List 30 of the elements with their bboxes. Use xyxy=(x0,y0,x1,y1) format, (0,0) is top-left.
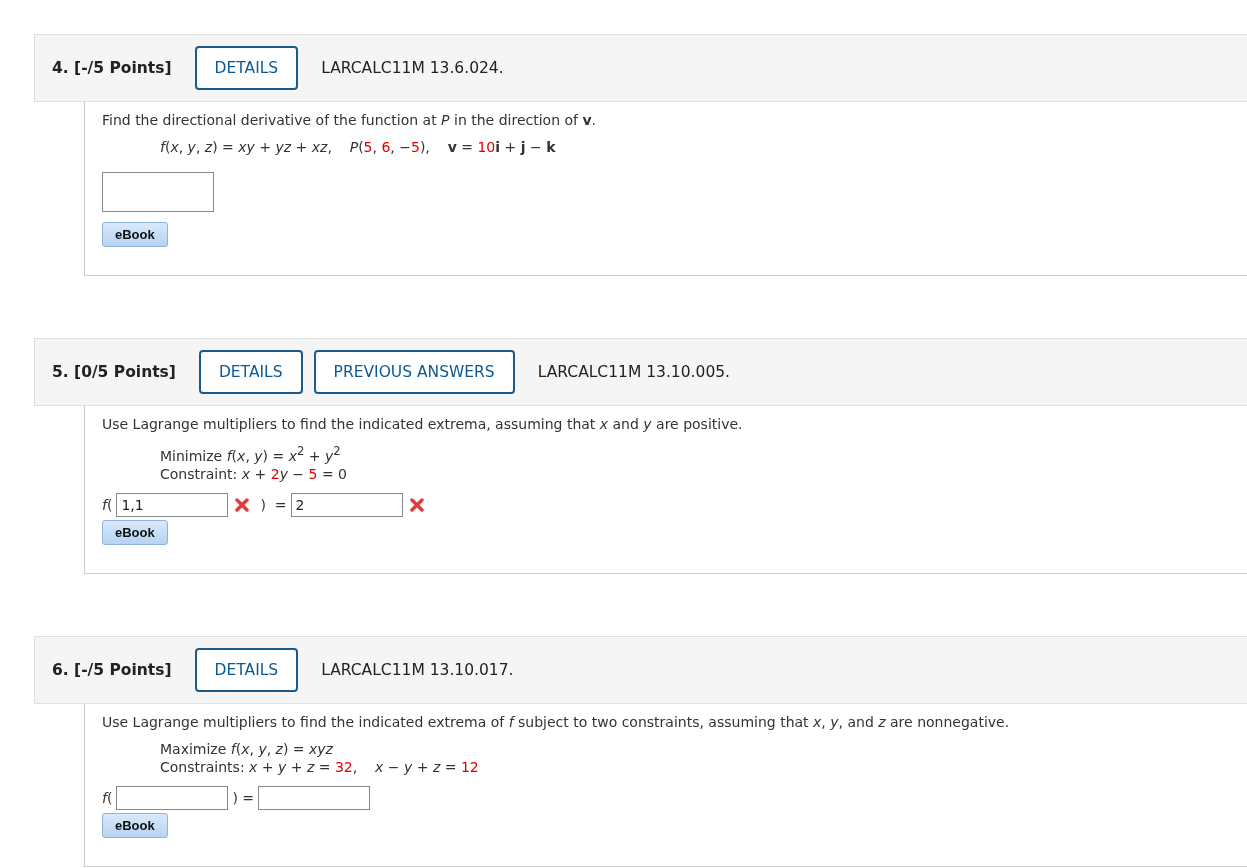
ebook-button[interactable]: eBook xyxy=(102,519,168,545)
ebook-button[interactable]: eBook xyxy=(102,222,168,247)
question-code: LARCALC11M 13.10.017. xyxy=(321,660,514,679)
question-code: LARCALC11M 13.6.024. xyxy=(321,59,504,77)
answer-field[interactable]: 2 xyxy=(290,492,403,517)
question-code: LARCALC11M 13.10.005. xyxy=(537,363,731,381)
question-points: 4. [-/5 Points] xyxy=(52,59,172,77)
math-expression: Constraint: x + 2y − 5 = 0 xyxy=(160,464,349,483)
math-expression: Constraints: x + y + z = 32, x − y + z = 12 xyxy=(160,757,480,776)
question-points: 5. [0/5 Points] xyxy=(52,363,176,381)
answer-field[interactable] xyxy=(258,785,371,810)
math-expression: f(x, y, z) = xy + yz + xz, P(5, 6, −5), v = 10i + j − k xyxy=(160,138,557,156)
answer-label: f( xyxy=(102,789,113,806)
answer-field[interactable]: 1,1 xyxy=(116,492,229,517)
question-prompt: Find the directional derivative of the function at P in the direction of v. xyxy=(102,111,597,130)
ebook-button[interactable]: eBook xyxy=(102,812,168,838)
question-points: 6. [-/5 Points] xyxy=(52,660,172,679)
header-button[interactable]: DETAILS xyxy=(194,46,299,90)
question-prompt: Use Lagrange multipliers to find the indicated extrema, assuming that x and y are positive. xyxy=(102,415,744,434)
math-expression: Minimize f(x, y) = x$^{2}$ + y$^{2}$ xyxy=(160,443,342,465)
answer-box[interactable] xyxy=(102,172,214,212)
answer-label: ) = xyxy=(260,496,287,513)
header-button[interactable]: PREVIOUS ANSWERS xyxy=(313,350,515,394)
math-expression: Maximize f(x, y, z) = xyz xyxy=(160,739,334,758)
answer-label: ) = xyxy=(232,789,255,806)
question-prompt: Use Lagrange multipliers to find the indicated extrema of f subject to two constraints, assuming that x, y, and z are nonnegative. xyxy=(102,712,1011,732)
answer-label: f( xyxy=(102,496,113,513)
answer-field[interactable] xyxy=(116,785,229,810)
header-button[interactable]: DETAILS xyxy=(198,350,303,394)
header-button[interactable]: DETAILS xyxy=(194,647,299,692)
